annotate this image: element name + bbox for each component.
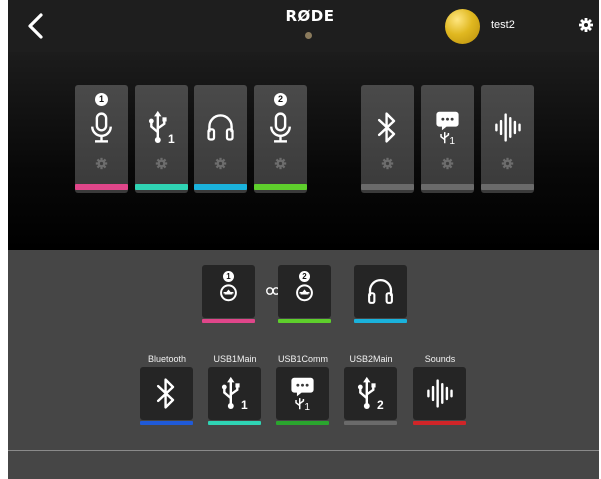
source-color-bar [413,421,466,425]
gear-icon[interactable] [578,17,594,33]
source-button[interactable]: 1 [276,367,329,420]
sound-wave-icon [427,379,453,408]
headphones-icon [368,279,393,304]
mix-color-bar [354,319,407,323]
chat-usb-1-icon: 1 [436,111,459,146]
channel-settings-icon[interactable] [95,157,108,170]
source-color-bar [276,421,329,425]
channel-strip[interactable]: 1 [75,85,128,193]
channel-settings-icon[interactable] [214,157,227,170]
header-bar: RØDE test2 [8,0,599,52]
svg-text:1: 1 [241,398,248,412]
channel-settings-icon[interactable] [274,157,287,170]
microphone-icon [91,112,112,143]
svg-text:2: 2 [377,398,384,412]
svg-text:1: 1 [168,132,175,146]
mix-output-button[interactable]: 2 [278,265,331,318]
channel-color-bar [421,184,474,190]
channel-settings-icon[interactable] [441,157,454,170]
source-button[interactable] [140,367,193,420]
mixer-output-icon [296,284,313,302]
brand-logo: RØDE [285,7,335,25]
source-color-bar [208,421,261,425]
headphones-icon [207,114,234,141]
channel-strip[interactable]: 1 [421,85,474,193]
bluetooth-icon [377,112,396,143]
chat-usb-1-icon: 1 [291,377,314,412]
mix-color-bar [278,319,331,323]
channel-strip[interactable]: 2 [254,85,307,193]
channel-settings-icon[interactable] [501,157,514,170]
channel-number-badge: 1 [95,93,108,106]
channel-color-bar [361,184,414,190]
mix-output-button[interactable]: 1 [202,265,255,318]
usb-1-icon: 1 [221,376,248,412]
sound-wave-icon [495,113,521,142]
channel-settings-icon[interactable] [381,157,394,170]
source-label: USB2Main [349,354,393,364]
mixer-output-icon [220,284,237,302]
divider [8,450,599,451]
channel-panel: 1 1 2 1 [8,52,599,250]
microphone-icon [270,112,291,143]
svg-text:1: 1 [304,402,310,412]
bluetooth-icon [156,378,175,409]
usb-2-icon: 2 [357,376,384,412]
source-label: USB1Main [213,354,257,364]
channel-settings-icon[interactable] [155,157,168,170]
channel-color-bar [254,184,307,190]
username-label: test2 [491,19,515,31]
source-color-bar [344,421,397,425]
source-color-bar [140,421,193,425]
channel-number-badge: 2 [274,93,287,106]
source-label: Sounds [424,354,456,364]
usb-1-icon: 1 [148,110,175,146]
channel-color-bar [135,184,188,190]
back-arrow-icon[interactable] [22,11,48,41]
source-button[interactable] [413,367,466,420]
channel-strip[interactable] [361,85,414,193]
app-window: RØDE test2 1121 1 2 Bluetooth USB1Main 1 USB1… [8,0,599,479]
source-button[interactable]: 2 [344,367,397,420]
channel-strip[interactable] [481,85,534,193]
brand-logo-dot [305,32,312,39]
channel-color-bar [75,184,128,190]
channel-color-bar [194,184,247,190]
channel-strip[interactable]: 1 [135,85,188,193]
source-button[interactable]: 1 [208,367,261,420]
mix-color-bar [202,319,255,323]
channel-strip[interactable] [194,85,247,193]
channel-color-bar [481,184,534,190]
mix-output-button[interactable] [354,265,407,318]
source-label: Bluetooth [147,354,187,364]
source-label: USB1Comm [277,354,328,364]
avatar[interactable] [445,9,480,44]
svg-text:1: 1 [449,136,455,146]
